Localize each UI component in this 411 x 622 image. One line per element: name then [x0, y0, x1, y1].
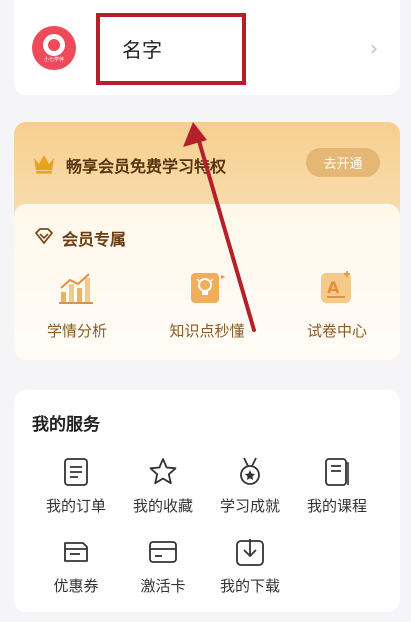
feature-learning-analysis[interactable]: 学情分析 [22, 268, 132, 341]
service-my-downloads[interactable]: 我的下载 [206, 536, 294, 596]
card-icon [147, 536, 179, 568]
avatar-tag: 小七学伴 [43, 57, 64, 63]
avatar[interactable]: 小七学伴 [32, 26, 76, 70]
member-title: 会员专属 [62, 230, 127, 249]
service-label: 我的订单 [45, 497, 106, 515]
chevron-right-icon[interactable]: › [370, 36, 378, 60]
service-activation-card[interactable]: 激活卡 [119, 536, 207, 596]
vip-title: 畅享会员免费学习特权 [66, 157, 227, 176]
highlight-box [96, 13, 246, 85]
service-coupons[interactable]: 优惠券 [32, 536, 120, 596]
exam-paper-icon: A [317, 268, 357, 308]
services-title: 我的服务 [32, 415, 100, 435]
service-my-orders[interactable]: 我的订单 [32, 456, 120, 516]
chart-icon [57, 268, 97, 308]
service-my-favorites[interactable]: 我的收藏 [119, 456, 207, 516]
coupon-icon [60, 536, 92, 568]
svg-text:A: A [327, 278, 340, 297]
open-vip-button[interactable]: 去开通 [306, 148, 380, 177]
download-icon [234, 536, 266, 568]
diamond-icon [35, 228, 53, 244]
medal-icon [234, 456, 266, 488]
feature-label: 学情分析 [46, 322, 107, 340]
service-label: 学习成就 [219, 497, 280, 515]
app-logo-icon [43, 34, 65, 56]
lightbulb-icon [187, 268, 227, 308]
crown-icon [34, 155, 54, 174]
course-icon [321, 456, 353, 488]
star-icon [147, 456, 179, 488]
service-label: 优惠券 [53, 577, 99, 595]
feature-exam-center[interactable]: A 试卷中心 [282, 268, 392, 341]
service-achievements[interactable]: 学习成就 [206, 456, 294, 516]
feature-knowledge[interactable]: 知识点秒懂 [152, 268, 262, 341]
profile-name[interactable]: 名字 [122, 34, 162, 63]
service-my-courses[interactable]: 我的课程 [293, 456, 381, 516]
feature-label: 知识点秒懂 [169, 322, 245, 340]
service-label: 激活卡 [140, 577, 186, 595]
service-label: 我的收藏 [132, 497, 193, 515]
feature-label: 试卷中心 [306, 322, 367, 340]
service-label: 我的课程 [306, 497, 367, 515]
order-icon [60, 456, 92, 488]
service-label: 我的下载 [219, 577, 280, 595]
